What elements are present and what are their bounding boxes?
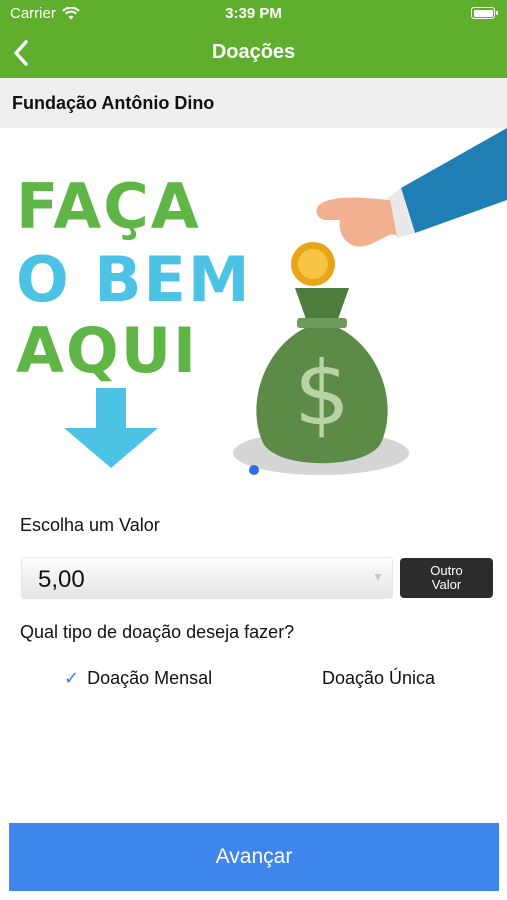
option-single-donation[interactable]: Doação Única xyxy=(322,668,435,689)
banner-line-3: AQUI xyxy=(16,314,199,387)
page-indicator-dot xyxy=(249,465,259,475)
navigation-bar: Doações xyxy=(0,28,507,78)
svg-text:$: $ xyxy=(294,342,350,445)
status-bar: Carrier 3:39 PM xyxy=(0,0,507,28)
donation-banner[interactable]: FAÇA O BEM AQUI $ xyxy=(0,128,507,480)
banner-line-1: FAÇA xyxy=(16,170,201,243)
status-time: 3:39 PM xyxy=(225,5,282,22)
organization-name: Fundação Antônio Dino xyxy=(12,93,215,113)
page-title: Doações xyxy=(211,41,296,63)
battery-icon xyxy=(471,7,498,19)
advance-button[interactable]: Avançar xyxy=(9,823,499,891)
value-select[interactable]: 5,00 ▼ xyxy=(21,557,393,599)
chevron-down-icon: ▼ xyxy=(372,570,384,584)
down-arrow-icon xyxy=(64,388,158,468)
option-monthly-label: Doação Mensal xyxy=(87,668,213,688)
selected-value: 5,00 xyxy=(38,566,85,593)
value-label: Escolha um Valor xyxy=(20,515,160,535)
banner-line-2: O BEM xyxy=(16,243,252,316)
donation-type-question: Qual tipo de doação deseja fazer? xyxy=(20,622,295,642)
advance-button-label: Avançar xyxy=(215,845,293,868)
other-value-label: Outro Valor xyxy=(430,563,463,592)
option-monthly-donation[interactable]: ✓ Doação Mensal xyxy=(64,668,212,689)
organization-header: Fundação Antônio Dino xyxy=(0,78,507,128)
checkmark-icon: ✓ xyxy=(64,668,80,688)
money-bag-illustration: $ xyxy=(233,128,507,475)
other-value-button[interactable]: Outro Valor xyxy=(400,558,493,598)
option-single-label: Doação Única xyxy=(322,668,436,688)
